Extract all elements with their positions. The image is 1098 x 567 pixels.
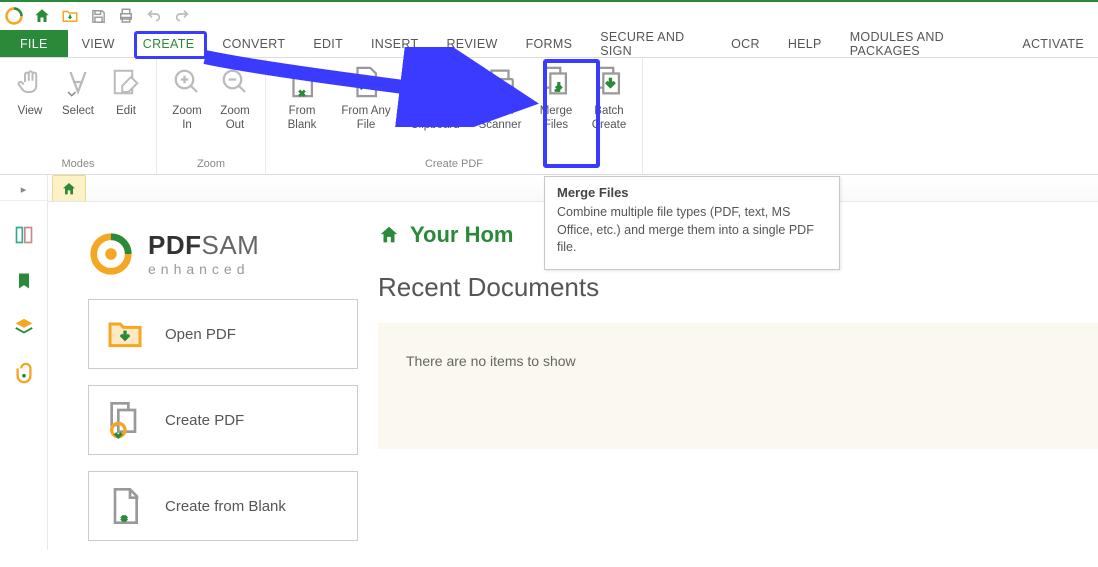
action-label: Create from Blank xyxy=(165,498,286,515)
text-select-icon xyxy=(60,64,96,100)
thumbnails-icon[interactable] xyxy=(12,223,36,247)
create-from-blank-card[interactable]: Create from Blank xyxy=(88,471,358,541)
side-panel: ▸ xyxy=(0,175,48,550)
edit-icon xyxy=(108,64,144,100)
zoom-in-icon xyxy=(169,64,205,100)
ribbon-from-blank-button[interactable]: From Blank xyxy=(272,62,332,135)
home-left-pane: PDFSAM enhanced Open PDF Create PDF Crea… xyxy=(48,202,378,567)
ribbon-merge-files-button[interactable]: Merge Files xyxy=(530,62,582,135)
scanner-icon xyxy=(482,64,518,100)
layers-icon[interactable] xyxy=(12,315,36,339)
file-import-icon xyxy=(348,64,384,100)
ribbon-group-label: Zoom xyxy=(197,158,225,174)
menu-forms[interactable]: FORMS xyxy=(512,30,587,57)
ribbon-btn-label: Select xyxy=(62,104,94,118)
create-pdf-icon xyxy=(105,400,145,440)
menu-convert[interactable]: CONVERT xyxy=(208,30,299,57)
ribbon-btn-label: View xyxy=(18,104,43,118)
zoom-out-icon xyxy=(217,64,253,100)
menu-edit[interactable]: EDIT xyxy=(299,30,357,57)
ribbon-group-label: Modes xyxy=(61,158,94,174)
your-home-text: Your Hom xyxy=(410,222,513,248)
recent-documents-heading: Recent Documents xyxy=(378,272,1098,303)
open-pdf-card[interactable]: Open PDF xyxy=(88,299,358,369)
home-icon xyxy=(61,181,77,197)
home-icon[interactable] xyxy=(32,6,52,26)
ribbon-zoom-in-button[interactable]: Zoom In xyxy=(163,62,211,135)
clipboard-icon xyxy=(417,64,453,100)
ribbon-group-create-pdf: From Blank From Any File From Clipboard … xyxy=(266,58,643,174)
batch-create-icon xyxy=(591,64,627,100)
ribbon-edit-button[interactable]: Edit xyxy=(102,62,150,120)
recent-documents-empty: There are no items to show xyxy=(378,323,1098,449)
ribbon-from-any-file-button[interactable]: From Any File xyxy=(332,62,400,135)
brand-logo-icon xyxy=(88,231,134,277)
ribbon-from-scanner-button[interactable]: From Scanner xyxy=(470,62,530,135)
menu-create[interactable]: CREATE xyxy=(129,30,209,57)
tooltip-title: Merge Files xyxy=(557,185,827,200)
action-label: Open PDF xyxy=(165,326,236,343)
ribbon-group-modes: View Select Edit Modes xyxy=(0,58,157,174)
ribbon-btn-label: Batch Create xyxy=(592,104,627,133)
blank-page-icon xyxy=(284,64,320,100)
menu-modules-and-packages[interactable]: MODULES AND PACKAGES xyxy=(836,30,1009,57)
app-logo-icon xyxy=(4,6,24,26)
open-icon[interactable] xyxy=(60,6,80,26)
home-icon xyxy=(378,224,400,246)
ribbon-btn-label: Zoom In xyxy=(172,104,201,133)
brand-block: PDFSAM enhanced xyxy=(88,230,358,277)
menu-activate[interactable]: ACTIVATE xyxy=(1008,30,1098,57)
ribbon: View Select Edit Modes Zoom In Zoom Out xyxy=(0,58,1098,175)
menu-file[interactable]: FILE xyxy=(0,30,68,57)
tooltip-merge-files: Merge Files Combine multiple file types … xyxy=(544,176,840,270)
ribbon-btn-label: From Scanner xyxy=(479,104,522,133)
ribbon-btn-label: From Any File xyxy=(341,104,390,133)
brand-name-bold: PDF xyxy=(148,230,202,260)
menu-ocr[interactable]: OCR xyxy=(717,30,774,57)
bookmarks-icon[interactable] xyxy=(12,269,36,293)
action-label: Create PDF xyxy=(165,412,244,429)
ribbon-group-label: Create PDF xyxy=(425,158,483,174)
ribbon-btn-label: Zoom Out xyxy=(220,104,249,133)
ribbon-zoom-out-button[interactable]: Zoom Out xyxy=(211,62,259,135)
ribbon-select-button[interactable]: Select xyxy=(54,62,102,120)
ribbon-from-clipboard-button[interactable]: From Clipboard xyxy=(400,62,470,135)
quick-access-toolbar xyxy=(0,2,1098,30)
ribbon-batch-create-button[interactable]: Batch Create xyxy=(582,62,636,135)
create-pdf-card[interactable]: Create PDF xyxy=(88,385,358,455)
menu-help[interactable]: HELP xyxy=(774,30,836,57)
brand-subtitle: enhanced xyxy=(148,261,259,277)
ribbon-view-button[interactable]: View xyxy=(6,62,54,120)
attachments-icon[interactable] xyxy=(12,361,36,385)
menu-insert[interactable]: INSERT xyxy=(357,30,432,57)
ribbon-btn-label: From Clipboard xyxy=(410,104,459,133)
merge-files-icon xyxy=(538,64,574,100)
home-tab[interactable] xyxy=(52,175,86,201)
expand-panel-button[interactable]: ▸ xyxy=(0,179,47,201)
ribbon-btn-label: From Blank xyxy=(288,104,317,133)
folder-open-icon xyxy=(105,314,145,354)
menu-review[interactable]: REVIEW xyxy=(432,30,511,57)
ribbon-btn-label: Edit xyxy=(116,104,136,118)
print-icon[interactable] xyxy=(116,6,136,26)
menu-bar: FILE VIEW CREATE CONVERT EDIT INSERT REV… xyxy=(0,30,1098,58)
ribbon-btn-label: Merge Files xyxy=(540,104,573,133)
redo-icon[interactable] xyxy=(172,6,192,26)
brand-name-thin: SAM xyxy=(202,230,260,260)
menu-view[interactable]: VIEW xyxy=(68,30,129,57)
menu-secure-and-sign[interactable]: SECURE AND SIGN xyxy=(586,30,717,57)
undo-icon[interactable] xyxy=(144,6,164,26)
ribbon-group-zoom: Zoom In Zoom Out Zoom xyxy=(157,58,266,174)
save-icon[interactable] xyxy=(88,6,108,26)
blank-page-icon xyxy=(105,486,145,526)
hand-icon xyxy=(12,64,48,100)
tooltip-body: Combine multiple file types (PDF, text, … xyxy=(557,204,827,257)
